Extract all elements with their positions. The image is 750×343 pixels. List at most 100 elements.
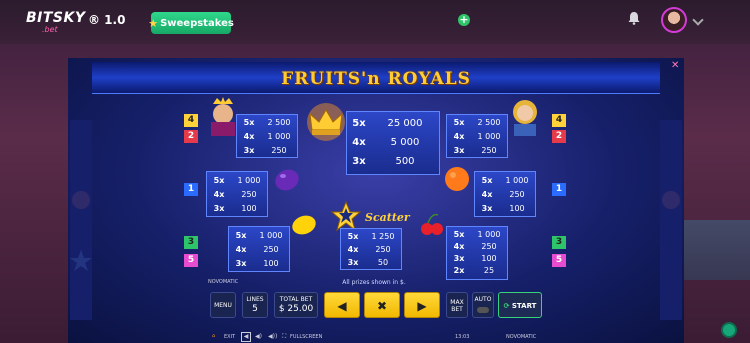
pay-value: 100 [509, 204, 525, 213]
next-button[interactable]: ▶ [404, 292, 440, 318]
provider-label: NOVOMATIC [506, 334, 537, 340]
pay-value: 1 000 [477, 132, 501, 141]
pay-value: 25 000 [387, 118, 423, 129]
paytable-lemon: 5x 1 000 4x 250 3x 100 [228, 226, 290, 272]
line-badge-right-4: 3 [552, 236, 566, 249]
pay-multiplier: 5x [453, 118, 465, 127]
start-label: START [511, 302, 537, 310]
refresh-icon: ⟳ [503, 302, 510, 310]
pay-value: 100 [241, 204, 257, 213]
pay-multiplier: 4x [453, 242, 465, 251]
pay-multiplier: 4x [213, 190, 225, 199]
orange-symbol-icon [445, 167, 469, 191]
pay-value: 1 000 [477, 230, 501, 239]
total-bet-value: $ 25.00 [278, 304, 314, 314]
pay-multiplier: 5x [352, 118, 366, 129]
star-icon: ★ [148, 16, 159, 30]
left-reel-decoration [70, 120, 92, 320]
pay-multiplier: 5x [235, 231, 247, 240]
fullscreen-icon[interactable]: ⛶ [282, 333, 286, 341]
cherry-symbol-icon [421, 213, 443, 235]
pay-value: 1 250 [371, 232, 395, 241]
menu-button[interactable]: MENU [210, 292, 236, 318]
bottom-bar: ⌂ EXIT ◀ ◀) ◀)) ⛶ FULLSCREEN 13:03 NOVOM… [210, 331, 550, 343]
pay-multiplier: 4x [243, 132, 255, 141]
right-reel-decoration [660, 120, 682, 320]
pay-value: 25 [483, 266, 495, 275]
pay-value: 500 [395, 156, 415, 167]
prev-button[interactable]: ◀ [324, 292, 360, 318]
line-badge-left-1: 4 [184, 114, 198, 127]
pay-multiplier: 4x [347, 245, 359, 254]
pay-value: 1 000 [237, 176, 261, 185]
pay-multiplier: 4x [235, 245, 247, 254]
avatar[interactable] [661, 7, 687, 33]
home-icon[interactable]: ⌂ [212, 333, 215, 339]
line-badge-left-2: 2 [184, 130, 198, 143]
paytable-king: 5x 2 500 4x 1 000 3x 250 [236, 114, 298, 158]
pay-multiplier: 3x [352, 156, 366, 167]
speaker-icon[interactable]: ◀) [255, 333, 262, 340]
exit-link[interactable]: EXIT [224, 334, 235, 340]
pay-value: 1 000 [505, 176, 529, 185]
version-label: ® 1.0 [88, 13, 126, 27]
pay-multiplier: 4x [453, 132, 465, 141]
sweepstakes-button[interactable]: ★ Sweepstakes [148, 12, 234, 34]
lines-value: 5 [252, 304, 258, 314]
pay-value: 250 [241, 190, 257, 199]
prizes-note: All prizes shown in $. [342, 279, 406, 286]
pay-multiplier: 5x [243, 118, 255, 127]
volume-icon[interactable]: ◀)) [268, 333, 277, 340]
auto-label: AUTO [474, 296, 492, 303]
pay-multiplier: 4x [352, 137, 366, 148]
pay-value: 250 [271, 146, 287, 155]
pay-value: 2 500 [477, 118, 501, 127]
pay-value: 1 000 [267, 132, 291, 141]
background-scene [680, 220, 750, 280]
paytable-queen: 5x 2 500 4x 1 000 3x 250 [446, 114, 508, 158]
pay-value: 250 [375, 245, 391, 254]
chevron-down-icon[interactable] [692, 14, 704, 26]
pay-multiplier: 5x [213, 176, 225, 185]
paytable-crown: 5x 25 000 4x 5 000 3x 500 [346, 111, 440, 175]
pay-value: 1 000 [259, 231, 283, 240]
pay-value: 100 [263, 259, 279, 268]
king-symbol-icon [211, 97, 235, 136]
site-logo[interactable]: BITSKY [26, 10, 86, 26]
line-badge-left-4: 3 [184, 236, 198, 249]
clock-label: 13:03 [455, 334, 470, 340]
pay-value: 50 [377, 258, 389, 267]
title-banner: FRUITS'n ROYALS [92, 62, 660, 94]
pay-multiplier: 5x [453, 230, 465, 239]
pay-multiplier: 2x [453, 266, 465, 275]
start-button[interactable]: ⟳ START [498, 292, 542, 318]
pay-value: 250 [263, 245, 279, 254]
pay-multiplier: 5x [347, 232, 359, 241]
close-paytable-button[interactable]: ✖ [364, 292, 400, 318]
chat-support-button[interactable] [721, 322, 737, 338]
fullscreen-link[interactable]: FULLSCREEN [290, 334, 322, 340]
lines-display[interactable]: LINES 5 [242, 292, 268, 318]
auto-toggle[interactable] [477, 307, 489, 313]
pay-multiplier: 5x [481, 176, 493, 185]
queen-symbol-icon [513, 100, 537, 136]
total-bet-display: TOTAL BET $ 25.00 [274, 292, 318, 318]
paytable-orange: 5x 1 000 4x 250 3x 100 [474, 171, 536, 217]
max-bet-button[interactable]: MAX BET [446, 292, 468, 318]
line-badge-right-3: 1 [552, 183, 566, 196]
close-icon[interactable]: ✕ [671, 60, 679, 71]
line-badge-left-3: 1 [184, 183, 198, 196]
line-badge-left-5: 5 [184, 254, 198, 267]
bell-icon[interactable] [626, 10, 642, 26]
lemon-symbol-icon [292, 215, 316, 235]
sound-icon[interactable]: ◀ [241, 332, 251, 342]
control-bar: MENU LINES 5 TOTAL BET $ 25.00 ◀ ✖ ▶ MAX… [210, 290, 542, 320]
site-logo-sub: .bet [42, 25, 58, 34]
plum-symbol-icon [275, 169, 299, 191]
pay-value: 5 000 [390, 137, 420, 148]
auto-button[interactable]: AUTO [472, 292, 494, 318]
provider-mark: NOVOMATIC [208, 279, 239, 285]
pay-multiplier: 3x [235, 259, 247, 268]
add-funds-button[interactable]: + [458, 14, 470, 26]
line-badge-right-2: 2 [552, 130, 566, 143]
